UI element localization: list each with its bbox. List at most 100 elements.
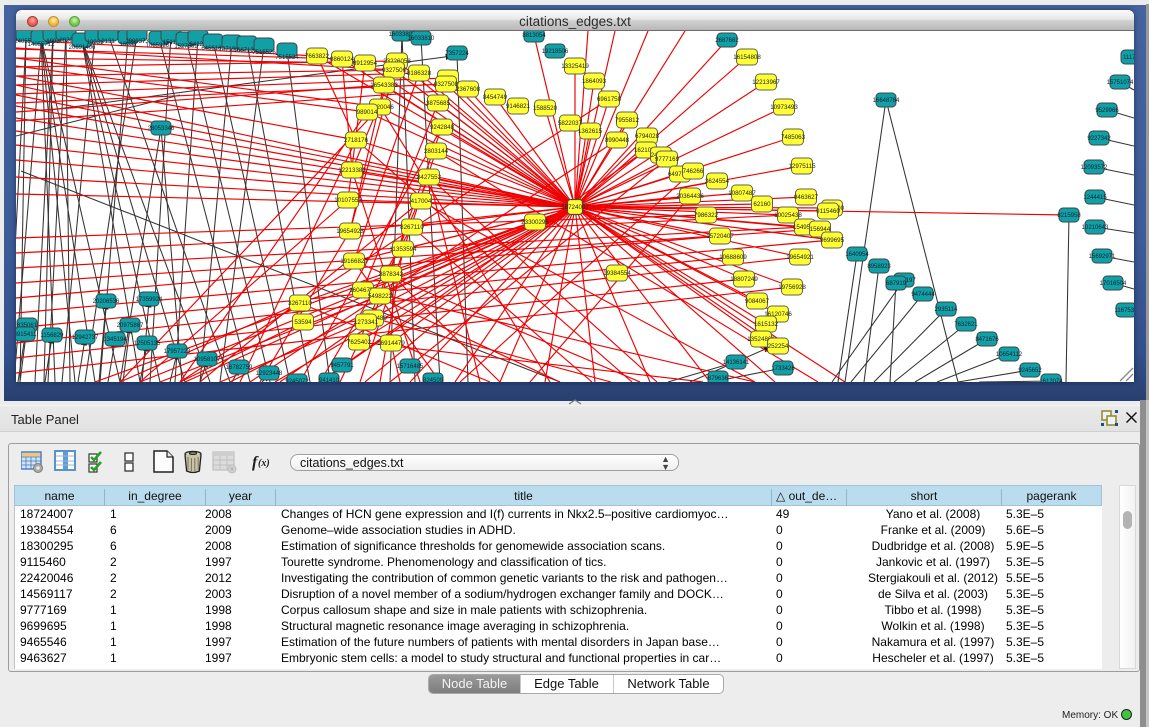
svg-text:1864093: 1864093 — [582, 78, 607, 85]
svg-text:18724007: 18724007 — [561, 204, 589, 211]
svg-text:1244415: 1244415 — [1083, 195, 1107, 201]
svg-text:8990448: 8990448 — [605, 137, 630, 144]
svg-text:28053346: 28053346 — [148, 126, 175, 132]
svg-text:16648784: 16648784 — [873, 98, 900, 104]
svg-text:13325419: 13325419 — [561, 63, 589, 70]
svg-text:10210643: 10210643 — [1082, 225, 1109, 231]
svg-text:1167533: 1167533 — [1115, 308, 1134, 314]
svg-text:7485063: 7485063 — [781, 134, 806, 141]
svg-text:9457791: 9457791 — [330, 363, 354, 369]
svg-text:15720407: 15720407 — [706, 233, 734, 240]
svg-text:8267110: 8267110 — [400, 224, 424, 231]
svg-text:2718176: 2718176 — [344, 137, 369, 144]
svg-text:19218506: 19218506 — [542, 49, 569, 55]
svg-text:8186328: 8186328 — [407, 70, 432, 77]
svg-text:20364436: 20364436 — [676, 193, 704, 200]
svg-text:1733426: 1733426 — [771, 366, 795, 372]
svg-text:17359924: 17359924 — [136, 297, 163, 303]
svg-text:23300295: 23300295 — [521, 219, 549, 226]
svg-text:989014: 989014 — [357, 109, 378, 116]
svg-text:14136141: 14136141 — [723, 360, 750, 366]
svg-text:3875685: 3875685 — [426, 100, 451, 107]
svg-text:19384554: 19384554 — [603, 270, 631, 277]
svg-text:9115460: 9115460 — [816, 208, 840, 215]
svg-text:1156829: 1156829 — [41, 333, 65, 339]
svg-text:7515524: 7515524 — [275, 55, 299, 61]
svg-text:10107553: 10107553 — [334, 197, 362, 204]
svg-text:7955812: 7955812 — [615, 117, 640, 124]
svg-text:7663822: 7663822 — [305, 53, 330, 60]
svg-text:9463627: 9463627 — [794, 194, 819, 201]
svg-text:6961758: 6961758 — [597, 96, 622, 103]
svg-text:10688609: 10688609 — [719, 254, 747, 261]
svg-text:9245652: 9245652 — [1018, 368, 1042, 374]
svg-text:7357224: 7357224 — [445, 51, 469, 57]
svg-text:824509: 824509 — [423, 378, 444, 382]
svg-text:8912954: 8912954 — [353, 60, 378, 67]
svg-text:16782759: 16782759 — [226, 365, 253, 371]
svg-text:12213967: 12213967 — [752, 79, 780, 86]
svg-text:(x): (x) — [258, 458, 270, 469]
svg-text:9227342: 9227342 — [1087, 136, 1111, 142]
svg-text:2803144: 2803144 — [424, 148, 449, 155]
svg-text:8813054: 8813054 — [522, 33, 546, 39]
svg-text:9327508: 9327508 — [434, 81, 459, 88]
svg-text:8820: 8820 — [59, 38, 73, 44]
svg-text:19654921: 19654921 — [786, 254, 814, 261]
svg-text:1612074: 1612074 — [1039, 379, 1063, 382]
svg-text:12093572: 12093572 — [1081, 165, 1108, 171]
svg-text:7986322: 7986322 — [694, 212, 719, 219]
svg-text:8878342: 8878342 — [379, 271, 404, 278]
svg-text:16033810: 16033810 — [408, 36, 435, 42]
svg-text:19166827: 19166827 — [340, 258, 368, 265]
svg-text:1345194: 1345194 — [103, 337, 127, 343]
svg-text:15751074: 15751074 — [1107, 80, 1134, 86]
svg-text:20975867: 20975867 — [117, 323, 144, 329]
svg-text:8471676: 8471676 — [975, 337, 999, 343]
svg-text:12213383: 12213383 — [338, 167, 366, 174]
svg-text:12505135: 12505135 — [134, 341, 161, 347]
svg-text:3267110: 3267110 — [288, 300, 312, 307]
svg-text:8215958: 8215958 — [1057, 213, 1081, 219]
svg-text:2935114: 2935114 — [935, 307, 959, 313]
svg-text:10958107: 10958107 — [194, 357, 221, 363]
svg-text:879636: 879636 — [708, 376, 729, 382]
svg-text:1640954: 1640954 — [845, 252, 869, 258]
svg-text:2687682: 2687682 — [715, 38, 739, 44]
svg-text:18807249: 18807249 — [730, 276, 758, 283]
svg-text:2367608: 2367608 — [456, 86, 481, 93]
svg-text:11353594: 11353594 — [389, 246, 417, 253]
svg-text:8958923: 8958923 — [867, 264, 891, 270]
svg-text:9327506: 9327506 — [382, 67, 407, 74]
svg-text:9529966: 9529966 — [1095, 108, 1119, 114]
svg-text:252254: 252254 — [768, 343, 789, 350]
svg-text:9474444: 9474444 — [911, 292, 935, 298]
svg-text:941410: 941410 — [319, 378, 340, 382]
svg-text:11173: 11173 — [1123, 55, 1134, 61]
svg-text:20206536: 20206536 — [93, 299, 120, 305]
svg-text:17957223: 17957223 — [164, 349, 191, 355]
svg-text:5498222: 5498222 — [368, 293, 393, 300]
svg-text:8454749: 8454749 — [483, 94, 508, 101]
svg-text:19756928: 19756928 — [778, 284, 806, 291]
svg-text:687919: 687919 — [886, 281, 907, 287]
svg-text:10025438: 10025438 — [774, 212, 802, 219]
svg-text:746266: 746266 — [683, 168, 704, 175]
svg-text:10807487: 10807487 — [728, 190, 756, 197]
svg-text:15716485: 15716485 — [397, 364, 424, 370]
svg-text:9699695: 9699695 — [820, 237, 845, 244]
svg-text:16543382: 16543382 — [370, 82, 398, 89]
svg-text:16154808: 16154808 — [733, 54, 761, 61]
svg-text:12942737: 12942737 — [72, 335, 99, 341]
svg-text:7632621: 7632621 — [954, 322, 978, 328]
svg-text:17016504: 17016504 — [1100, 281, 1127, 287]
svg-text:9084067: 9084067 — [745, 298, 770, 305]
svg-text:53594: 53594 — [294, 319, 312, 326]
svg-text:8860124: 8860124 — [330, 56, 355, 63]
svg-text:8427552: 8427552 — [417, 174, 442, 181]
svg-text:9131: 9131 — [101, 39, 115, 45]
svg-text:3624554: 3624554 — [705, 178, 730, 185]
svg-text:19654923: 19654923 — [336, 228, 364, 235]
svg-text:1362615: 1362615 — [578, 128, 603, 135]
svg-text:16914479: 16914479 — [377, 340, 405, 347]
